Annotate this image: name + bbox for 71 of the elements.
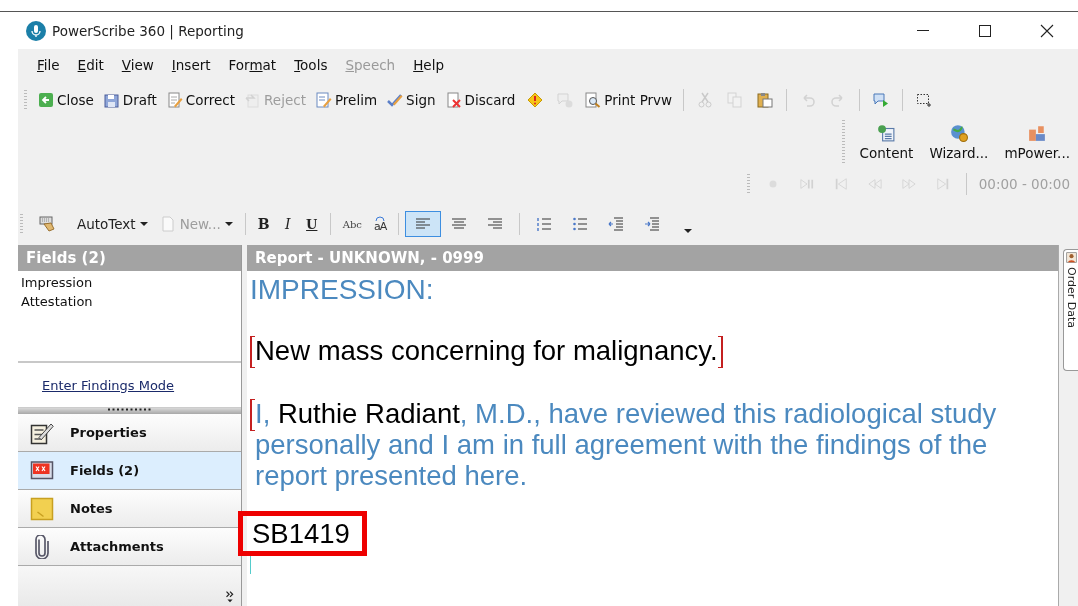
field-list-item[interactable]: Impression <box>21 273 93 292</box>
paste-icon[interactable] <box>757 92 774 108</box>
numbered-list-icon[interactable] <box>536 216 553 232</box>
format-button[interactable]: I <box>275 212 300 236</box>
app-logo-icon <box>26 20 46 41</box>
format-button[interactable]: aA <box>368 212 393 236</box>
window-title: PowerScribe 360 | Reporting <box>52 22 244 39</box>
report-paragraph[interactable]: New mass concerning for malignancy. <box>255 335 718 366</box>
toolbar-button[interactable]: Sign <box>382 88 441 112</box>
outdent-icon[interactable] <box>608 216 625 232</box>
toolbar-button[interactable]: Content <box>851 118 922 166</box>
pen-check-icon <box>387 92 404 108</box>
panel-header: Fields (2) <box>18 245 241 271</box>
indent-icon[interactable] <box>644 216 661 232</box>
format-button[interactable]: U <box>299 212 324 236</box>
report-paragraph[interactable]: I, Ruthie Radiant, M.D., have reviewed this radiological study personally and I am in full agreement with the findings of the report presented here. <box>255 398 1020 491</box>
toolbar-button[interactable]: Correct <box>161 88 241 112</box>
bullet-list-icon[interactable] <box>572 216 589 232</box>
minimize-icon <box>917 30 929 31</box>
nav-button[interactable]: Fields (2) <box>18 452 241 490</box>
time-readout: 00:00 - 00:00 <box>978 176 1070 192</box>
pencil-document-icon <box>166 92 183 108</box>
toolbar-button[interactable]: Wizard... <box>921 118 997 166</box>
menu-item[interactable]: File <box>28 57 69 73</box>
caret-icon <box>139 221 148 227</box>
field-list-item[interactable]: Attestation <box>21 292 93 311</box>
selection-rect-icon[interactable] <box>916 92 933 108</box>
globe-gear-icon <box>949 123 968 142</box>
document-pencil-icon <box>315 92 332 108</box>
align-left-icon <box>415 216 432 232</box>
sticky-note-icon <box>28 496 56 521</box>
menu-item[interactable]: Edit <box>68 57 113 73</box>
menu-item[interactable]: View <box>112 57 163 73</box>
toolbar-button[interactable]: Print Prvw <box>580 88 678 112</box>
maximize-icon <box>978 23 992 38</box>
report-header: Report - UNKNOWN, - 0999 <box>247 245 1058 271</box>
findings-mode-link[interactable]: Enter Findings Mode <box>42 377 175 393</box>
format-button[interactable]: Abc <box>336 212 368 236</box>
close-icon <box>1040 23 1054 38</box>
align-center-icon <box>451 216 468 232</box>
toolbar-button[interactable]: Discard <box>440 88 521 112</box>
side-tab[interactable]: Order Data <box>1063 249 1078 371</box>
format-button[interactable]: B <box>251 212 276 236</box>
align-left-button[interactable] <box>405 211 442 237</box>
person-icon <box>1065 252 1077 263</box>
nav-button[interactable]: Attachments <box>18 528 241 566</box>
magnifier-document-icon <box>585 92 602 108</box>
document-icon <box>159 216 176 232</box>
menu-item[interactable]: Tools <box>285 57 337 73</box>
nav-button[interactable]: Properties <box>18 414 241 452</box>
speech-bubble-play-icon[interactable] <box>873 92 890 108</box>
toolbar-button[interactable]: mPower... <box>996 118 1078 166</box>
align-right-icon <box>487 216 504 232</box>
toolbar-button[interactable]: Draft <box>98 88 162 112</box>
splitter-grip-icon[interactable] <box>107 408 152 411</box>
warning-diamond-icon[interactable] <box>527 92 544 108</box>
toolbar-button[interactable]: Prelim <box>310 88 383 112</box>
keyboard-hand-icon[interactable] <box>39 216 55 232</box>
overflow-caret-icon[interactable] <box>684 228 693 234</box>
nav-button[interactable]: Notes <box>18 490 241 528</box>
toolbar-button[interactable]: Close <box>33 88 99 112</box>
menu-item[interactable]: Format <box>219 57 286 73</box>
highlighted-text: SB1419 <box>238 511 367 556</box>
caret-icon <box>224 221 233 227</box>
dropdown-button[interactable]: AutoText <box>71 212 154 236</box>
blocks-icon <box>1028 123 1047 142</box>
menu-item[interactable]: Help <box>404 57 453 73</box>
section-heading: IMPRESSION: <box>250 275 435 305</box>
menu-item[interactable]: Insert <box>162 57 220 73</box>
document-globe-icon <box>877 123 896 142</box>
document-cross-icon <box>445 92 462 108</box>
